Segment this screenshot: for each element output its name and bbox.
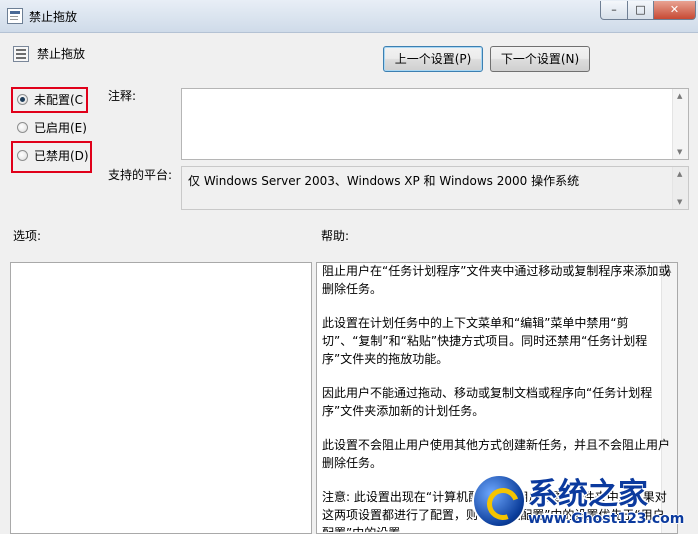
radio-button[interactable] [17, 122, 28, 133]
scroll-up-icon[interactable]: ▲ [677, 170, 682, 178]
radio-label: 已启用(E) [34, 121, 87, 135]
next-setting-button[interactable]: 下一个设置(N) [490, 46, 590, 72]
highlight-box-disabled [11, 141, 92, 173]
supported-platforms-box[interactable]: 仅 Windows Server 2003、Windows XP 和 Windo… [181, 166, 689, 210]
highlight-box-not-configured [11, 87, 88, 113]
previous-setting-button[interactable]: 上一个设置(P) [383, 46, 483, 72]
watermark-logo: 系统之家 www.Ghost123.com [470, 467, 698, 534]
minimize-button[interactable]: – [600, 1, 628, 20]
options-label: 选项: [13, 229, 42, 243]
watermark-brand: 系统之家 [528, 477, 648, 512]
help-paragraph: 此设置在计划任务中的上下文菜单和“编辑”菜单中禁用“剪切”、“复制”和“粘贴”快… [322, 316, 648, 366]
help-label: 帮助: [321, 229, 350, 243]
maximize-button[interactable]: □ [627, 1, 654, 20]
supported-platforms-value: 仅 Windows Server 2003、Windows XP 和 Windo… [188, 174, 580, 188]
help-paragraph: 因此用户不能通过拖动、移动或复制文档或程序向“任务计划程序”文件夹添加新的计划任… [322, 386, 653, 418]
globe-logo-icon [472, 474, 526, 528]
policy-window-icon [7, 8, 23, 24]
close-button[interactable]: ✕ [653, 1, 696, 20]
setting-name: 禁止拖放 [37, 47, 86, 61]
title-bar[interactable] [0, 0, 698, 33]
comment-textarea[interactable]: ▲ ▼ [181, 88, 689, 160]
comment-label: 注释: [108, 89, 137, 103]
window-title: 禁止拖放 [29, 10, 78, 24]
options-panel [10, 262, 312, 534]
supported-scrollbar[interactable]: ▲ ▼ [672, 167, 688, 209]
supported-platforms-label: 支持的平台: [108, 168, 173, 182]
watermark-url: www.Ghost123.com [528, 511, 685, 527]
scroll-up-icon[interactable]: ▲ [677, 92, 682, 100]
scroll-down-icon[interactable]: ▼ [677, 198, 682, 206]
help-paragraph: 阻止用户在“任务计划程序”文件夹中通过移动或复制程序来添加或删除任务。 [322, 264, 671, 296]
policy-setting-icon [13, 46, 29, 62]
comment-scrollbar[interactable]: ▲ ▼ [672, 89, 688, 159]
scroll-down-icon[interactable]: ▼ [677, 148, 682, 156]
